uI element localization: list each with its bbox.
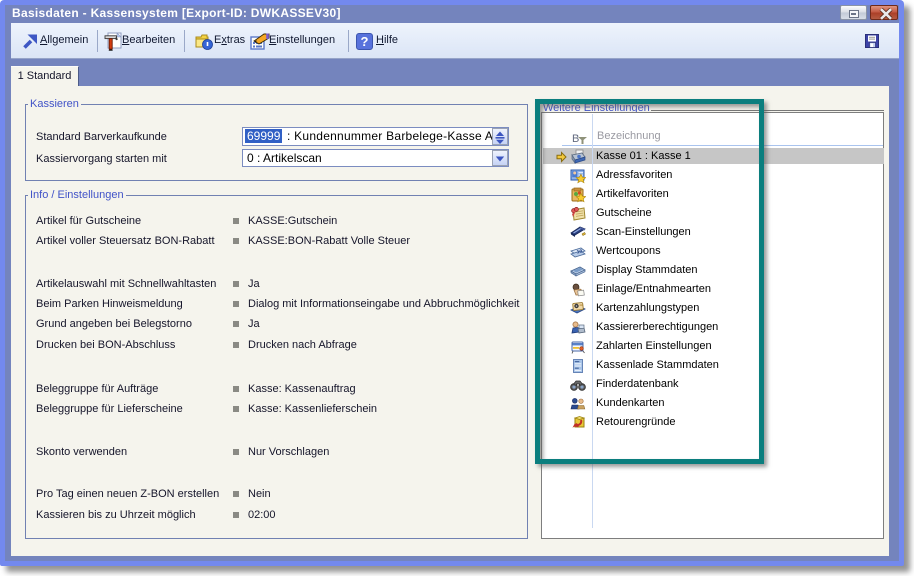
svg-text:?: ? [361,34,369,49]
